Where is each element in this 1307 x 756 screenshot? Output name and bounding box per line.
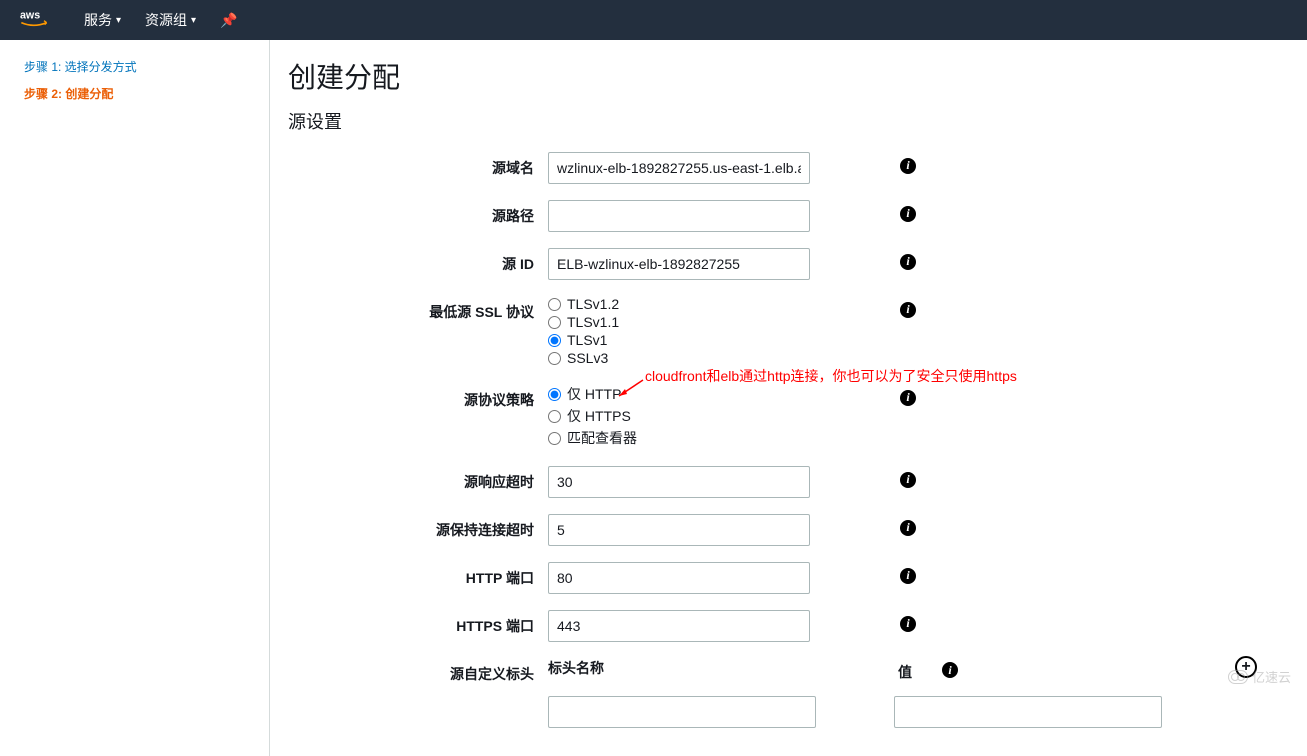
radio-tlsv1[interactable]: TLSv1 (548, 332, 810, 348)
info-icon[interactable]: i (900, 206, 916, 222)
info-icon[interactable]: i (900, 302, 916, 318)
radio-label: 仅 HTTP (567, 384, 621, 404)
info-icon[interactable]: i (900, 472, 916, 488)
origin-domain-label: 源域名 (288, 152, 548, 178)
protocol-radios: 仅 HTTP 仅 HTTPS 匹配查看器 (548, 384, 810, 450)
watermark-text: 亿速云 (1252, 667, 1291, 686)
origin-id-input[interactable] (548, 248, 810, 280)
aws-logo[interactable]: aws (20, 8, 60, 32)
origin-id-label: 源 ID (288, 248, 548, 274)
https-port-input[interactable] (548, 610, 810, 642)
min-ssl-radios: TLSv1.2 TLSv1.1 TLSv1 SSLv3 (548, 296, 810, 368)
https-port-label: HTTPS 端口 (288, 610, 548, 636)
info-icon[interactable]: i (900, 568, 916, 584)
header-value-col: 值 (898, 658, 912, 682)
radio-label: TLSv1 (567, 332, 607, 348)
radio-label: 仅 HTTPS (567, 406, 631, 426)
info-icon[interactable]: i (900, 254, 916, 270)
step-1-link[interactable]: 步骤 1: 选择分发方式 (24, 58, 245, 75)
main-content: 创建分配 源设置 源域名 i 源路径 i 源 ID i 最低源 SSL 协议 T… (270, 40, 1307, 756)
radio-label: 匹配查看器 (567, 428, 637, 448)
radio-https-only-input[interactable] (548, 410, 561, 423)
nav-services-label: 服务 (84, 10, 112, 30)
annotation-arrow (615, 378, 645, 400)
info-icon[interactable]: i (900, 520, 916, 536)
radio-tlsv12-input[interactable] (548, 298, 561, 311)
nav-resource-groups[interactable]: 资源组 ▾ (145, 10, 196, 30)
step-2-link[interactable]: 步骤 2: 创建分配 (24, 85, 245, 102)
page-title: 创建分配 (288, 56, 1289, 96)
nav-resource-groups-label: 资源组 (145, 10, 187, 30)
watermark: 亿速云 (1228, 667, 1291, 686)
top-nav: aws 服务 ▾ 资源组 ▾ 📌 (0, 0, 1307, 40)
protocol-label: 源协议策略 (288, 384, 548, 410)
resp-timeout-label: 源响应超时 (288, 466, 548, 492)
radio-tlsv11[interactable]: TLSv1.1 (548, 314, 810, 330)
resp-timeout-input[interactable] (548, 466, 810, 498)
header-value-input[interactable] (894, 696, 1162, 728)
radio-label: TLSv1.1 (567, 314, 619, 330)
annotation-text: cloudfront和elb通过http连接，你也可以为了安全只使用https (645, 366, 1017, 386)
svg-text:aws: aws (20, 10, 40, 22)
origin-path-input[interactable] (548, 200, 810, 232)
chevron-down-icon: ▾ (191, 15, 196, 26)
pin-icon[interactable]: 📌 (220, 12, 237, 29)
info-icon[interactable]: i (900, 158, 916, 174)
radio-http-only-input[interactable] (548, 388, 561, 401)
origin-path-label: 源路径 (288, 200, 548, 226)
watermark-icon (1228, 670, 1248, 684)
radio-http-only[interactable]: 仅 HTTP (548, 384, 810, 404)
http-port-label: HTTP 端口 (288, 562, 548, 588)
section-title: 源设置 (288, 108, 1289, 134)
radio-tlsv1-input[interactable] (548, 334, 561, 347)
wizard-sidebar: 步骤 1: 选择分发方式 步骤 2: 创建分配 (0, 40, 270, 756)
header-name-col: 标头名称 (548, 656, 604, 676)
radio-label: TLSv1.2 (567, 296, 619, 312)
info-icon[interactable]: i (900, 616, 916, 632)
radio-tlsv12[interactable]: TLSv1.2 (548, 296, 810, 312)
keepalive-input[interactable] (548, 514, 810, 546)
radio-label: SSLv3 (567, 350, 608, 366)
radio-match-viewer-input[interactable] (548, 432, 561, 445)
min-ssl-label: 最低源 SSL 协议 (288, 296, 548, 322)
radio-sslv3-input[interactable] (548, 352, 561, 365)
radio-https-only[interactable]: 仅 HTTPS (548, 406, 810, 426)
origin-domain-input[interactable] (548, 152, 810, 184)
radio-tlsv11-input[interactable] (548, 316, 561, 329)
info-icon[interactable]: i (942, 662, 958, 678)
header-name-input[interactable] (548, 696, 816, 728)
radio-sslv3[interactable]: SSLv3 (548, 350, 810, 366)
chevron-down-icon: ▾ (116, 15, 121, 26)
radio-match-viewer[interactable]: 匹配查看器 (548, 428, 810, 448)
info-icon[interactable]: i (900, 390, 916, 406)
keepalive-label: 源保持连接超时 (288, 514, 548, 540)
nav-services[interactable]: 服务 ▾ (84, 10, 121, 30)
custom-header-label: 源自定义标头 (288, 658, 548, 684)
http-port-input[interactable] (548, 562, 810, 594)
